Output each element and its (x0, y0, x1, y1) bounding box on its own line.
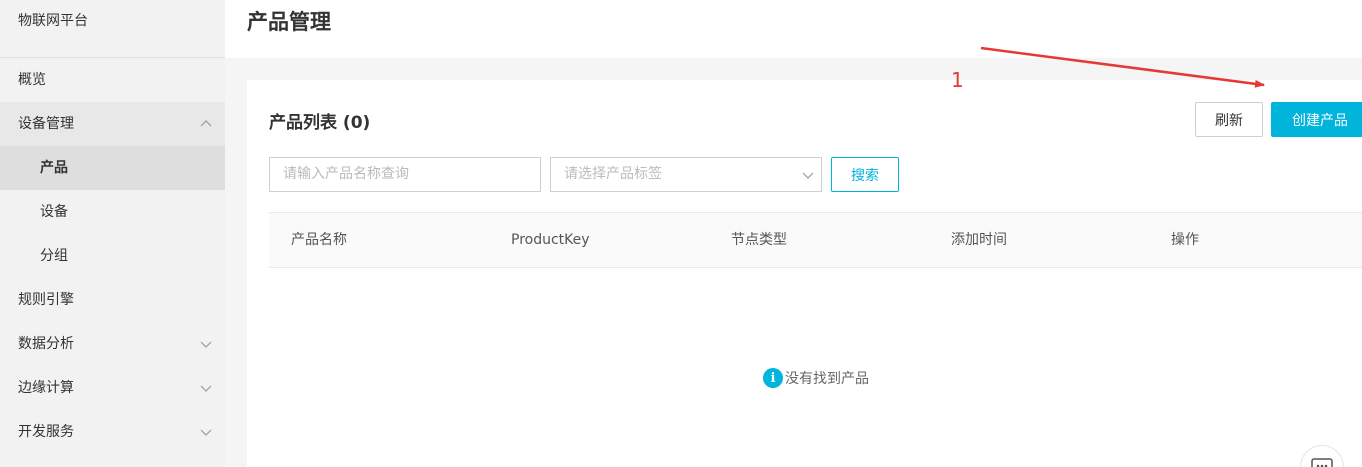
column-added-time[interactable]: 添加时间 (951, 213, 1007, 267)
product-table-header: 产品名称 ProductKey 节点类型 添加时间 操作 (269, 212, 1362, 268)
sidebar-item-edge-computing[interactable]: 边缘计算 (0, 366, 225, 410)
sidebar-item-data-analysis[interactable]: 数据分析 (0, 322, 225, 366)
sidebar-item-overview[interactable]: 概览 (0, 58, 225, 102)
sidebar-item-devices[interactable]: 设备 (0, 190, 225, 234)
sidebar-item-label: 数据分析 (18, 336, 74, 352)
main-content: 产品管理 产品列表 (0) 刷新 创建产品 请输入产品名称查询 请选择产品标签 … (225, 0, 1362, 467)
annotation-number: 1 (951, 68, 964, 92)
info-icon: i (763, 368, 783, 388)
page-header: 产品管理 (225, 0, 1362, 58)
refresh-button[interactable]: 刷新 (1195, 102, 1263, 137)
create-product-button[interactable]: 创建产品 (1271, 102, 1362, 137)
column-actions: 操作 (1171, 232, 1199, 248)
platform-brand[interactable]: 物联网平台 (0, 0, 225, 58)
empty-state: i 没有找到产品 (763, 368, 869, 388)
sidebar-item-groups[interactable]: 分组 (0, 234, 225, 278)
chevron-down-icon (802, 172, 814, 179)
chevron-down-icon (200, 429, 212, 436)
product-tag-placeholder: 请选择产品标签 (564, 166, 662, 182)
page-title: 产品管理 (247, 10, 331, 34)
sidebar-item-label: 设备 (40, 204, 68, 220)
sidebar-item-label: 产品 (40, 160, 68, 176)
sidebar-item-label: 边缘计算 (18, 380, 74, 396)
sidebar: 物联网平台 概览 设备管理 产品 设备 分组 规则引擎 数据分析 边缘计算 开发… (0, 0, 225, 467)
column-node-type[interactable]: 节点类型 (731, 213, 787, 267)
search-button[interactable]: 搜索 (831, 157, 899, 192)
empty-state-text: 没有找到产品 (785, 371, 869, 387)
sidebar-item-label: 规则引擎 (18, 292, 74, 308)
product-list-panel: 产品列表 (0) 刷新 创建产品 请输入产品名称查询 请选择产品标签 搜索 产品… (247, 80, 1362, 467)
sidebar-item-label: 分组 (40, 248, 68, 264)
sidebar-item-products[interactable]: 产品 (0, 146, 225, 190)
sidebar-item-label: 开发服务 (18, 424, 74, 440)
column-product-key[interactable]: ProductKey (511, 213, 590, 267)
column-product-name[interactable]: 产品名称 (291, 213, 347, 267)
product-list-title: 产品列表 (0) (269, 113, 371, 133)
chevron-down-icon (200, 385, 212, 392)
sidebar-item-device-management[interactable]: 设备管理 (0, 102, 225, 146)
chevron-up-icon (200, 120, 212, 127)
chevron-down-icon (200, 341, 212, 348)
sidebar-item-rule-engine[interactable]: 规则引擎 (0, 278, 225, 322)
product-tag-select[interactable]: 请选择产品标签 (550, 157, 822, 192)
chat-icon (1311, 458, 1333, 467)
product-name-search-input[interactable]: 请输入产品名称查询 (269, 157, 541, 192)
sidebar-item-dev-services[interactable]: 开发服务 (0, 410, 225, 454)
sidebar-item-label: 概览 (18, 72, 46, 88)
sidebar-item-label: 设备管理 (18, 116, 74, 132)
